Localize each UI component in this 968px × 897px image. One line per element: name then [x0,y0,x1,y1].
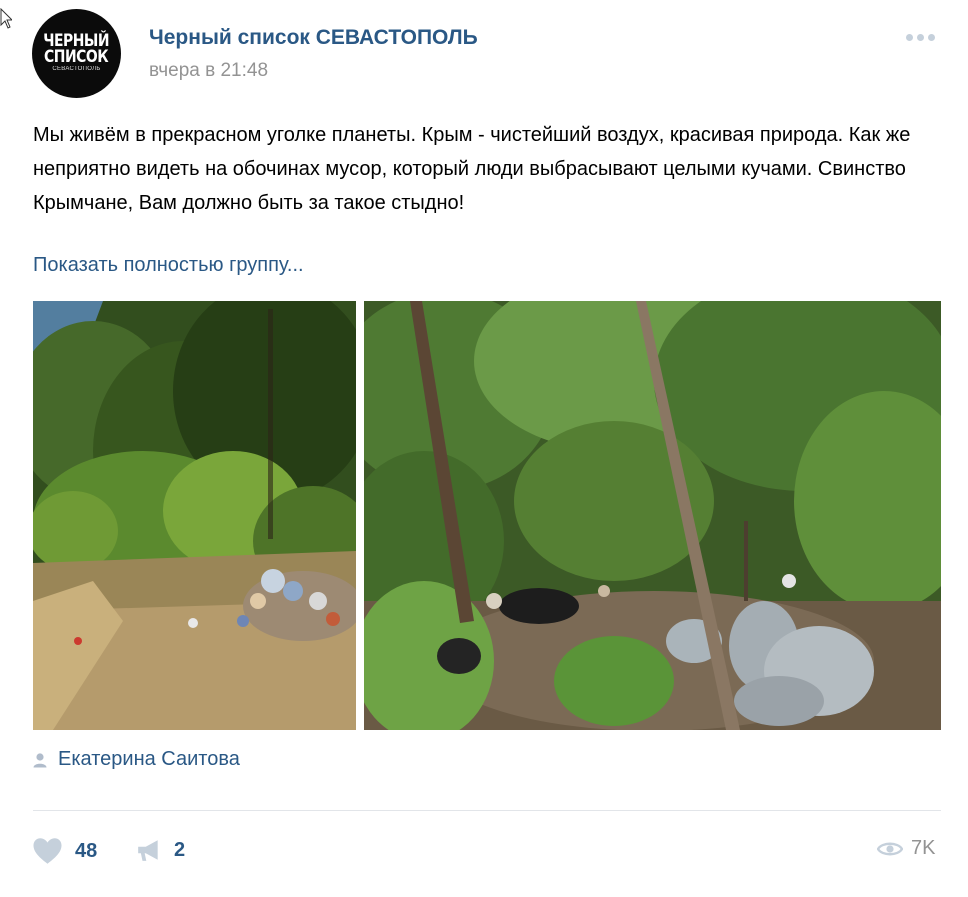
avatar-logo-line2: СПИСОК [44,47,109,67]
megaphone-icon [138,840,158,861]
views-count: 7K [911,837,936,859]
author-name: Екатерина Саитова [58,748,240,770]
share-button[interactable]: 2 [136,837,185,863]
likes-count: 48 [75,839,98,862]
group-name-link[interactable]: Черный список СЕВАСТОПОЛЬ [149,26,478,50]
dot [928,34,935,41]
like-button[interactable]: 48 [32,837,97,865]
post-photo-1[interactable] [33,301,356,730]
post-divider [33,810,941,811]
group-avatar[interactable]: ЧЕРНЫЙ СПИСОК СЕВАСТОПОЛЬ [32,9,121,98]
heart-icon [33,838,62,864]
post-photo-2[interactable] [364,301,941,730]
shares-count: 2 [174,838,186,861]
post-text: Мы живём в прекрасном уголке планеты. Кр… [33,124,911,214]
dot [906,34,913,41]
wall-post: ЧЕРНЫЙ СПИСОК СЕВАСТОПОЛЬ Черный список … [0,0,968,897]
person-icon [33,752,47,767]
views-counter: 7K [877,837,935,860]
post-author[interactable]: Екатерина Саитова [32,748,240,771]
avatar-logo-line3: СЕВАСТОПОЛЬ [52,66,101,72]
mouse-cursor-icon [0,8,12,29]
post-time[interactable]: вчера в 21:48 [149,60,268,82]
eye-icon [877,842,903,855]
more-dots-icon[interactable] [906,34,942,46]
show-more-link[interactable]: Показать полностью группу... [33,254,304,277]
dot [917,34,924,41]
